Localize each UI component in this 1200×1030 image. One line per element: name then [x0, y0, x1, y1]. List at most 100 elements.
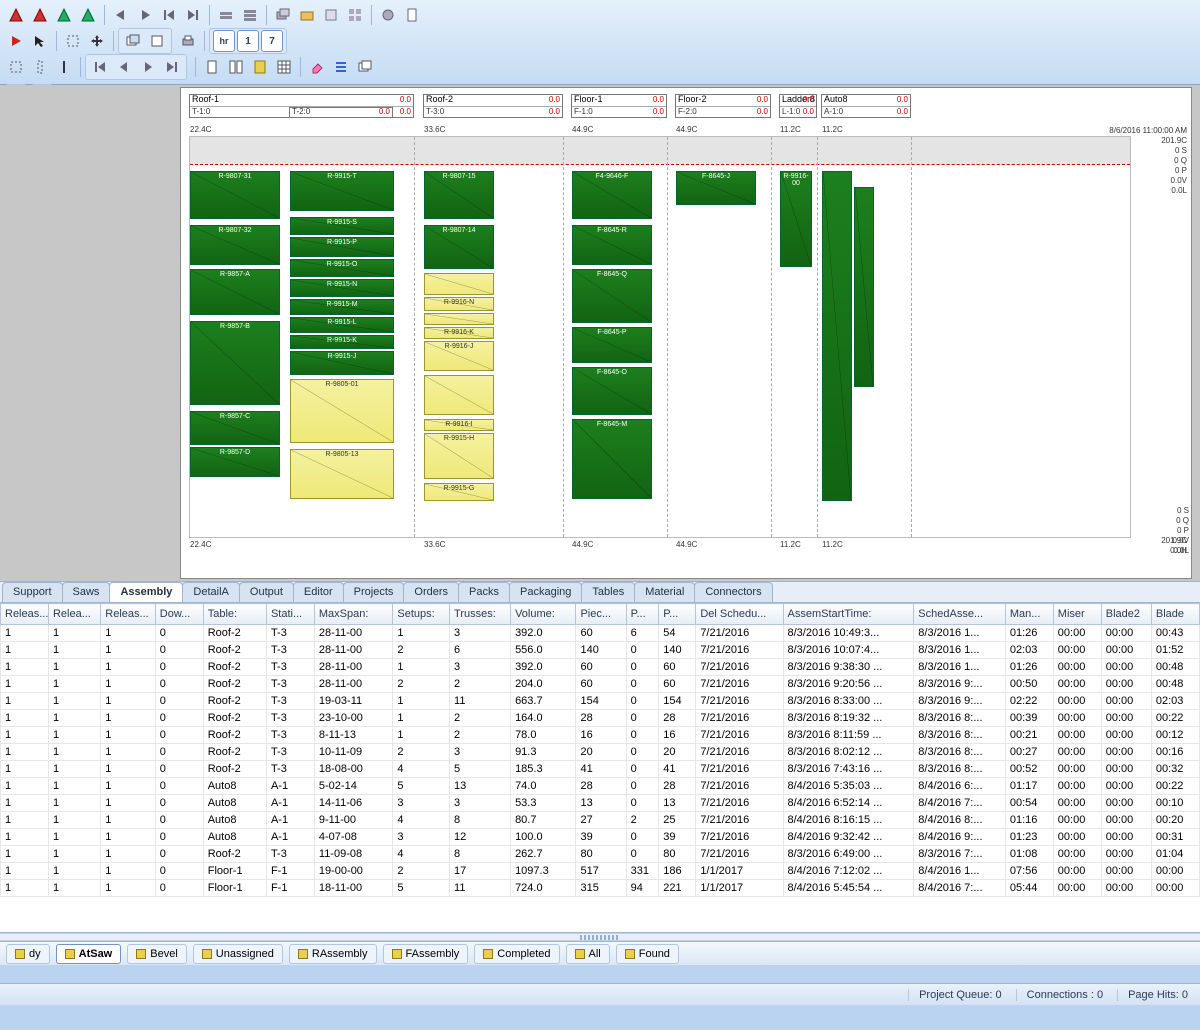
table-row[interactable]: 1110Roof-2T-328-11-0022204.0600607/21/20…	[1, 676, 1200, 693]
bottom-tab-rassembly[interactable]: RAssembly	[289, 944, 377, 964]
grid-splitter[interactable]	[0, 933, 1200, 941]
toggle-7[interactable]: 7	[261, 30, 283, 52]
arrow-right-icon[interactable]	[134, 4, 156, 26]
assembly-block[interactable]: F-8645-Q	[572, 269, 652, 323]
col-piec[interactable]: Piec...	[576, 604, 626, 625]
bottom-tab-fassembly[interactable]: FAssembly	[383, 944, 469, 964]
assembly-block[interactable]	[424, 313, 494, 325]
bottom-tab-atsaw[interactable]: AtSaw	[56, 944, 122, 964]
assembly-block[interactable]: R-9805-13	[290, 449, 394, 499]
assembly-block[interactable]	[424, 375, 494, 415]
table-row[interactable]: 1110Auto8A-19-11-004880.7272257/21/20168…	[1, 812, 1200, 829]
tool-btn-a1[interactable]	[5, 4, 27, 26]
table-row[interactable]: 1110Roof-2T-323-10-0012164.0280287/21/20…	[1, 710, 1200, 727]
table-row[interactable]: 1110Roof-2T-310-11-092391.3200207/21/201…	[1, 744, 1200, 761]
select-col-icon[interactable]	[29, 56, 51, 78]
assembly-block[interactable]: R-9915-O	[290, 259, 394, 277]
assembly-block[interactable]: R-9807-32	[190, 225, 280, 265]
assembly-block[interactable]: R-9915-M	[290, 299, 394, 315]
table-row[interactable]: 1110Floor-1F-118-11-00511724.0315942211/…	[1, 880, 1200, 897]
mid-tab-packs[interactable]: Packs	[458, 582, 510, 602]
bottom-tab-bevel[interactable]: Bevel	[127, 944, 187, 964]
assembly-block[interactable]: R-9915-S	[290, 217, 394, 235]
table-row[interactable]: 1110Auto8A-114-11-063353.3130137/21/2016…	[1, 795, 1200, 812]
col-vol[interactable]: Volume:	[511, 604, 576, 625]
windows-icon[interactable]	[354, 56, 376, 78]
window-stack-icon[interactable]	[122, 30, 144, 52]
table-icon[interactable]	[273, 56, 295, 78]
assembly-block[interactable]: R-9857-B	[190, 321, 280, 405]
table-row[interactable]: 1110Roof-2T-328-11-0026556.014001407/21/…	[1, 642, 1200, 659]
assembly-block[interactable]: F4-9646-F	[572, 171, 652, 219]
table-row[interactable]: 1110Roof-2T-38-11-131278.0160167/21/2016…	[1, 727, 1200, 744]
toggle-hr[interactable]: hr	[213, 30, 235, 52]
tool-btn-a3[interactable]	[53, 4, 75, 26]
assembly-block[interactable]: R-9807-14	[424, 225, 494, 269]
col-as[interactable]: AssemStartTime:	[783, 604, 914, 625]
assembly-block[interactable]: R-9916-00	[780, 171, 812, 267]
mid-tab-saws[interactable]: Saws	[62, 582, 111, 602]
select-rect2-icon[interactable]	[5, 56, 27, 78]
move-icon[interactable]	[86, 30, 108, 52]
col-r1[interactable]: Releas...	[1, 604, 49, 625]
assembly-block[interactable]: F-8645-R	[572, 225, 652, 265]
play-icon[interactable]	[5, 30, 27, 52]
assembly-block[interactable]: R-9915-P	[290, 237, 394, 257]
toggle-1[interactable]: 1	[237, 30, 259, 52]
grid-icon[interactable]	[344, 4, 366, 26]
bottom-tab-dy[interactable]: dy	[6, 944, 50, 964]
view-fill-icon[interactable]	[249, 56, 271, 78]
col-dow[interactable]: Dow...	[155, 604, 203, 625]
col-max[interactable]: MaxSpan:	[314, 604, 392, 625]
bottom-tab-all[interactable]: All	[566, 944, 610, 964]
eraser-icon[interactable]	[306, 56, 328, 78]
col-del[interactable]: Del Schedu...	[696, 604, 783, 625]
mid-tab-packaging[interactable]: Packaging	[509, 582, 582, 602]
col-man[interactable]: Man...	[1005, 604, 1053, 625]
assembly-block[interactable]: R-9915-L	[290, 317, 394, 333]
table-row[interactable]: 1110Floor-1F-119-00-002171097.3517331186…	[1, 863, 1200, 880]
assembly-block[interactable]: R-9915-G	[424, 483, 494, 501]
skip-right-icon[interactable]	[182, 4, 204, 26]
bottom-tab-found[interactable]: Found	[616, 944, 679, 964]
list-icon[interactable]	[330, 56, 352, 78]
select-rect-icon[interactable]	[62, 30, 84, 52]
layers-icon[interactable]	[272, 4, 294, 26]
assembly-block[interactable]: R-9916-K	[424, 327, 494, 339]
col-b2[interactable]: Blade2	[1101, 604, 1151, 625]
arrow-left-icon[interactable]	[110, 4, 132, 26]
table-row[interactable]: 1110Auto8A-14-07-08312100.0390397/21/201…	[1, 829, 1200, 846]
table-row[interactable]: 1110Roof-2T-328-11-0013392.0600607/21/20…	[1, 659, 1200, 676]
mid-tab-projects[interactable]: Projects	[343, 582, 405, 602]
stack2-icon[interactable]	[239, 4, 261, 26]
table-row[interactable]: 1110Roof-2T-311-09-0848262.7800807/21/20…	[1, 846, 1200, 863]
bottom-tab-unassigned[interactable]: Unassigned	[193, 944, 283, 964]
arrow-cursor-icon[interactable]	[29, 30, 51, 52]
table-row[interactable]: 1110Roof-2T-318-08-0045185.3410417/21/20…	[1, 761, 1200, 778]
col-p2[interactable]: P...	[659, 604, 696, 625]
assembly-block[interactable]	[424, 273, 494, 295]
assembly-block[interactable]: R-9857-A	[190, 269, 280, 315]
box-icon[interactable]	[320, 4, 342, 26]
col-p1[interactable]: P...	[626, 604, 659, 625]
col-b[interactable]: Blade	[1151, 604, 1199, 625]
assembly-block[interactable]: R-9915-T	[290, 171, 394, 211]
col-sa[interactable]: SchedAsse...	[914, 604, 1006, 625]
assembly-block[interactable]: R-9915-K	[290, 335, 394, 349]
mid-tab-output[interactable]: Output	[239, 582, 294, 602]
col-r3[interactable]: Releas...	[101, 604, 156, 625]
mid-tab-assembly[interactable]: Assembly	[109, 582, 183, 602]
data-grid[interactable]: Releas...Relea...Releas...Dow...Table:St…	[0, 603, 1200, 897]
assembly-block[interactable]: F-8645-M	[572, 419, 652, 499]
gear-icon[interactable]	[377, 4, 399, 26]
mid-tab-connectors[interactable]: Connectors	[694, 582, 772, 602]
tool-btn-a4[interactable]	[77, 4, 99, 26]
table-row[interactable]: 1110Roof-2T-319-03-11111663.715401547/21…	[1, 693, 1200, 710]
next-icon[interactable]	[137, 56, 159, 78]
assembly-block[interactable]: R-9916-N	[424, 297, 494, 311]
assembly-block[interactable]: R-9807-31	[190, 171, 280, 219]
assembly-block[interactable]: F-8645-J	[676, 171, 756, 205]
assembly-block[interactable]: R-9805-01	[290, 379, 394, 443]
stack-icon[interactable]	[215, 4, 237, 26]
mid-tab-detaila[interactable]: DetailA	[182, 582, 239, 602]
